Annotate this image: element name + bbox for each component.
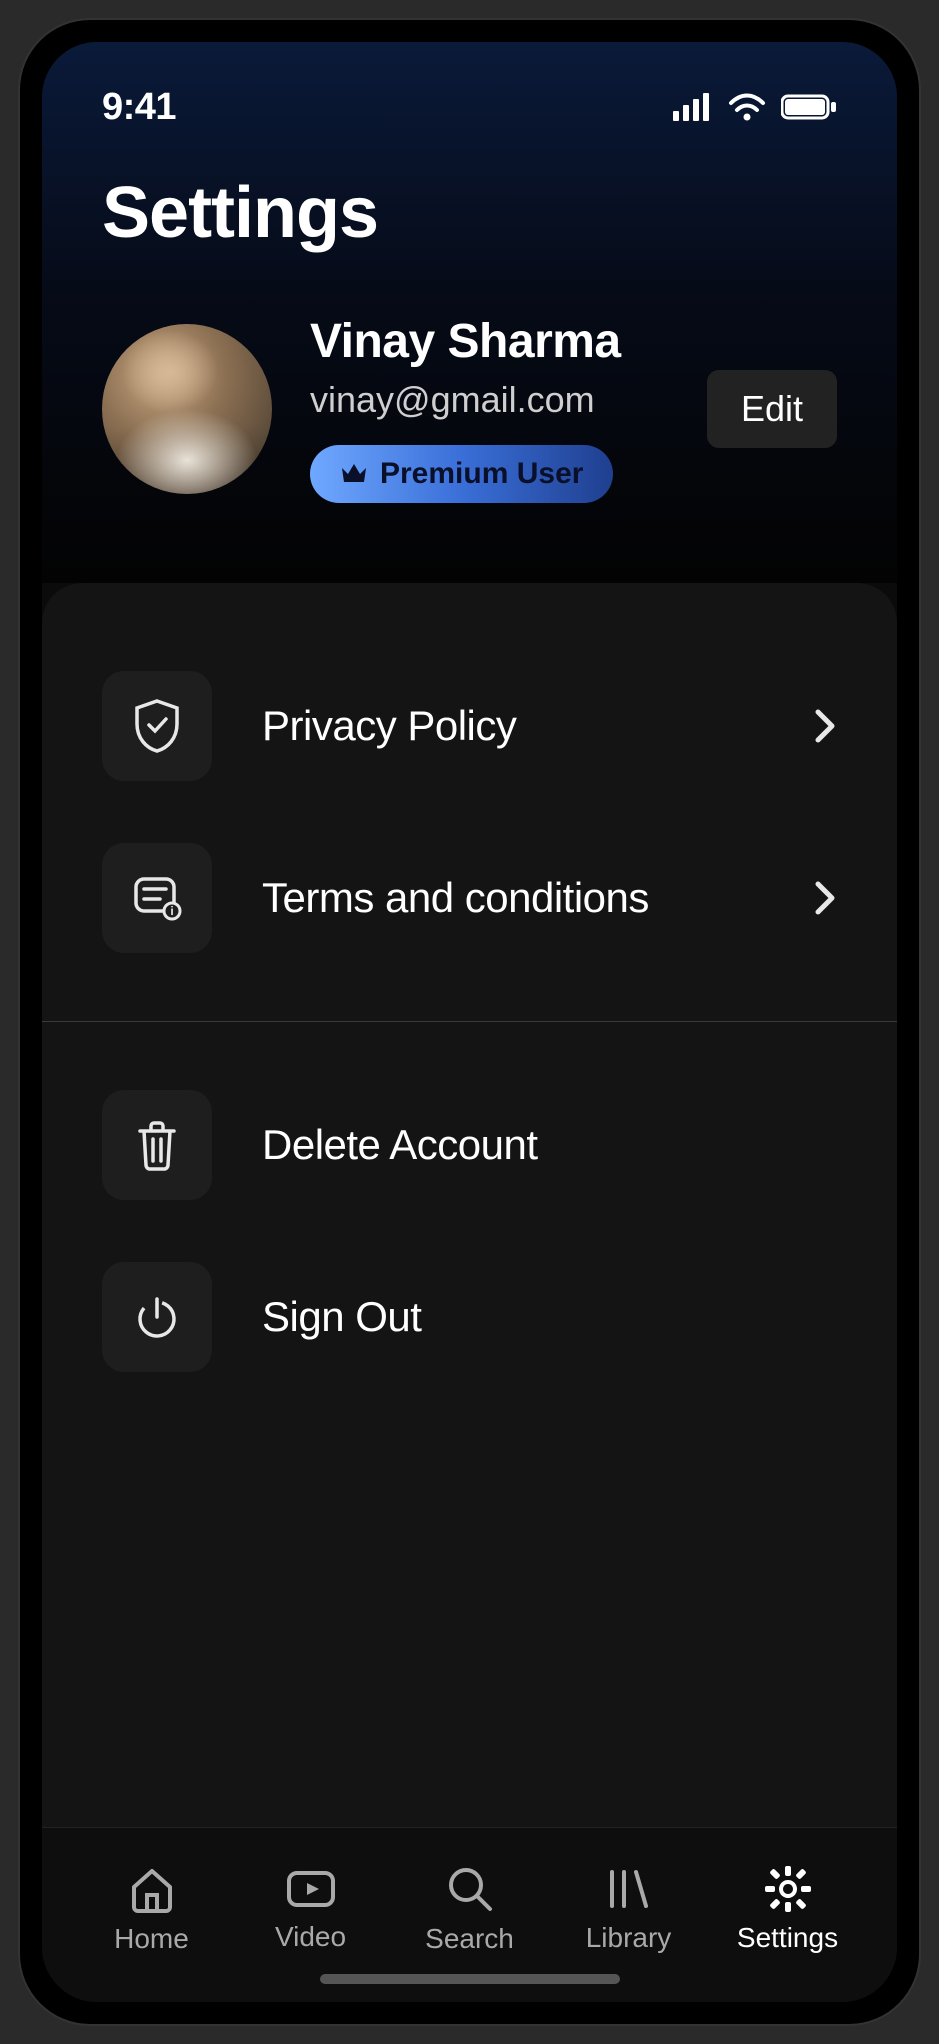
chevron-right-icon [813,879,837,917]
nav-search[interactable]: Search [395,1863,545,1955]
status-bar: 9:41 [102,82,837,132]
sign-out-label: Sign Out [262,1293,837,1341]
content-panel: Privacy Policy i Terms and conditions [42,583,897,2002]
gear-icon [763,1864,813,1914]
document-icon: i [102,843,212,953]
power-icon [102,1262,212,1372]
status-time: 9:41 [102,86,176,129]
privacy-policy-label: Privacy Policy [262,702,763,750]
delete-account-row[interactable]: Delete Account [102,1072,837,1218]
premium-badge: Premium User [310,445,613,503]
profile-email: vinay@gmail.com [310,379,669,421]
section-divider [42,1021,897,1022]
home-indicator[interactable] [320,1974,620,1984]
nav-settings[interactable]: Settings [713,1864,863,1954]
header-area: 9:41 Settings Vinay Sharma vinay@gmail.c… [42,42,897,583]
privacy-policy-row[interactable]: Privacy Policy [102,653,837,799]
trash-icon [102,1090,212,1200]
nav-search-label: Search [425,1923,514,1955]
shield-icon [102,671,212,781]
nav-home[interactable]: Home [77,1863,227,1955]
cellular-icon [673,93,713,121]
page-title: Settings [102,172,837,254]
home-icon [126,1863,178,1915]
nav-video-label: Video [275,1921,346,1953]
svg-text:i: i [170,904,173,918]
nav-library-label: Library [586,1922,672,1954]
nav-settings-label: Settings [737,1922,838,1954]
nav-video[interactable]: Video [236,1865,386,1953]
search-icon [444,1863,496,1915]
profile-row: Vinay Sharma vinay@gmail.com Premium Use… [102,314,837,503]
terms-label: Terms and conditions [262,874,763,922]
chevron-right-icon [813,707,837,745]
delete-account-label: Delete Account [262,1121,837,1169]
wifi-icon [727,93,767,121]
account-section: Delete Account Sign Out [42,1072,897,1390]
battery-icon [781,93,837,121]
screen: 9:41 Settings Vinay Sharma vinay@gmail.c… [42,42,897,2002]
avatar[interactable] [102,324,272,494]
library-icon [602,1864,656,1914]
sign-out-row[interactable]: Sign Out [102,1244,837,1390]
terms-row[interactable]: i Terms and conditions [102,825,837,971]
edit-button[interactable]: Edit [707,370,837,448]
premium-badge-label: Premium User [380,457,583,491]
profile-name: Vinay Sharma [310,314,669,369]
video-icon [283,1865,339,1913]
device-frame: 9:41 Settings Vinay Sharma vinay@gmail.c… [20,20,919,2024]
legal-section: Privacy Policy i Terms and conditions [42,653,897,971]
status-indicators [673,93,837,121]
crown-icon [340,462,368,486]
profile-info: Vinay Sharma vinay@gmail.com Premium Use… [310,314,669,503]
nav-library[interactable]: Library [554,1864,704,1954]
nav-home-label: Home [114,1923,189,1955]
